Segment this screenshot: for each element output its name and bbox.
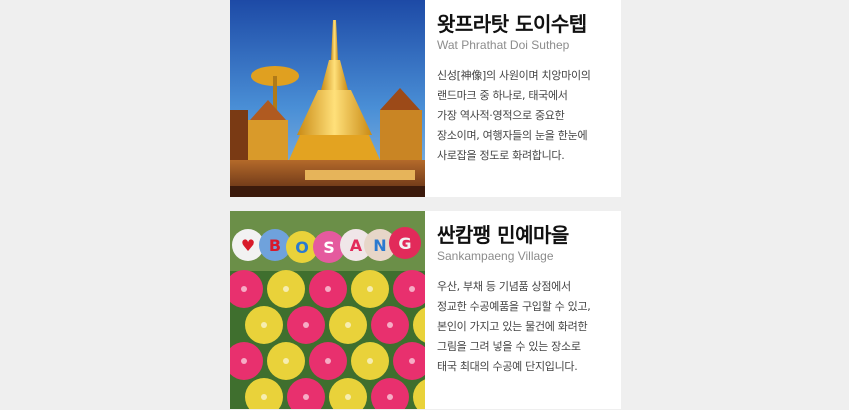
description-line: 신성[神像]의 사원이며 치앙마이의 [437,69,591,82]
sign-letter: A [350,236,363,255]
umbrella-hub [367,286,373,292]
umbrella-hub [345,394,351,400]
description-line: 그림을 그려 넣을 수 있는 장소로 [437,340,581,353]
umbrella-hub [303,322,309,328]
umbrella-photo: ♥ B O S A N G [230,211,425,409]
place-title: 왓프라탓 도이수텝 [437,12,587,36]
description-line: 본인이 가지고 있는 물건에 화려한 [437,320,588,333]
temple-photo [230,0,425,197]
umbrella-hub [261,322,267,328]
place-description: 신성[神像]의 사원이며 치앙마이의 랜드마크 중 하나로, 태국에서 가장 역… [437,66,613,166]
umbrella-hub [325,286,331,292]
place-title: 싼캄팽 민예마을 [437,223,569,247]
description-line: 랜드마크 중 하나로, 태국에서 [437,89,568,102]
sign-letter: S [323,238,335,257]
golden-temple-image [230,0,425,197]
description-line: 정교한 수공예품을 구입할 수 있고, [437,300,591,313]
place-card-sankampaeng: ♥ B O S A N G 싼캄팽 민예마을 Sankampaeng Villa… [230,211,621,409]
umbrella-hub [261,394,267,400]
umbrella-hub [283,286,289,292]
place-subtitle: Wat Phrathat Doi Suthep [437,38,570,52]
umbrella-hub [303,394,309,400]
place-info: 싼캄팽 민예마을 Sankampaeng Village 우산, 부채 등 기념… [425,211,621,409]
umbrella-hub [387,322,393,328]
umbrella-hub [241,286,247,292]
sign-letter: B [269,236,281,255]
umbrella-hub [409,286,415,292]
umbrella-hub [409,358,415,364]
place-subtitle: Sankampaeng Village [437,249,554,263]
umbrella-hub [325,358,331,364]
description-line: 태국 최대의 수공예 단지입니다. [437,360,578,373]
umbrella-wall-image: ♥ B O S A N G [230,211,425,409]
sign-letter: N [373,236,386,255]
description-line: 장소이며, 여행자들의 눈을 한눈에 [437,129,588,142]
description-line: 사로잡을 정도로 화려합니다. [437,149,565,162]
umbrella-hub [241,358,247,364]
umbrella-hub [345,322,351,328]
description-line: 우산, 부채 등 기념품 상점에서 [437,280,571,293]
sign-letter: G [398,234,411,253]
place-description: 우산, 부채 등 기념품 상점에서 정교한 수공예품을 구입할 수 있고, 본인… [437,277,613,377]
place-info: 왓프라탓 도이수텝 Wat Phrathat Doi Suthep 신성[神像]… [425,0,621,197]
sign-letter: O [295,238,309,257]
sign-letter: ♥ [241,236,255,255]
description-line: 가장 역사적·영적으로 중요한 [437,109,565,122]
umbrella-hub [283,358,289,364]
place-card-doi-suthep: 왓프라탓 도이수텝 Wat Phrathat Doi Suthep 신성[神像]… [230,0,621,197]
umbrella-hub [367,358,373,364]
umbrella-hub [387,394,393,400]
